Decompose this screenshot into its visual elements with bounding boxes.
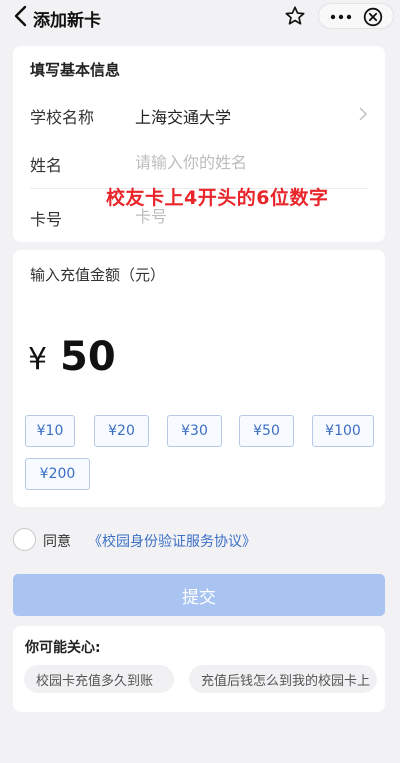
agreement-radio[interactable] xyxy=(13,528,36,551)
amount-card: 输入充值金额（元） ¥ 50 ¥10 ¥20 ¥30 ¥50 ¥100 ¥200 xyxy=(13,250,385,507)
amount-option-200[interactable]: ¥200 xyxy=(25,458,90,490)
name-label: 姓名 xyxy=(30,156,63,175)
submit-button[interactable]: 提交 xyxy=(13,574,385,616)
page-title: 添加新卡 xyxy=(33,11,101,31)
amount-option-30[interactable]: ¥30 xyxy=(167,415,222,447)
section-title: 填写基本信息 xyxy=(30,61,121,79)
amount-option-100[interactable]: ¥100 xyxy=(312,415,374,447)
faq-title: 你可能关心: xyxy=(25,640,101,656)
capsule-menu xyxy=(318,3,394,29)
agreement-prefix: 同意 xyxy=(43,534,71,550)
school-label: 学校名称 xyxy=(30,108,95,127)
back-arrow-icon[interactable] xyxy=(10,5,32,27)
currency-symbol: ¥ xyxy=(28,342,48,377)
more-icon[interactable] xyxy=(329,8,353,26)
amount-title: 输入充值金额（元） xyxy=(30,266,166,284)
faq-item[interactable]: 校园卡充值多久到账 xyxy=(24,665,174,693)
school-row[interactable]: 学校名称 上海交通大学 xyxy=(13,92,385,136)
agreement-row: 同意 《校园身份验证服务协议》 xyxy=(13,528,373,552)
name-input[interactable] xyxy=(135,148,355,176)
card-number-label: 卡号 xyxy=(30,210,63,229)
amount-option-10[interactable]: ¥10 xyxy=(25,415,75,447)
faq-item[interactable]: 充值后钱怎么到我的校园卡上 xyxy=(189,665,377,693)
amount-option-20[interactable]: ¥20 xyxy=(94,415,149,447)
name-row: 姓名 xyxy=(13,140,385,184)
close-icon[interactable] xyxy=(363,7,383,27)
basic-info-card: 填写基本信息 学校名称 上海交通大学 姓名 卡号 校友卡上4开头的6位数字 xyxy=(13,46,385,242)
school-value: 上海交通大学 xyxy=(135,108,232,127)
agreement-link[interactable]: 《校园身份验证服务协议》 xyxy=(88,531,256,551)
chevron-right-icon xyxy=(359,107,368,121)
star-icon[interactable] xyxy=(284,5,306,27)
nav-bar: 添加新卡 xyxy=(0,0,400,34)
amount-option-50[interactable]: ¥50 xyxy=(239,415,294,447)
faq-card: 你可能关心: 校园卡充值多久到账 充值后钱怎么到我的校园卡上 xyxy=(13,626,385,712)
card-number-annotation: 校友卡上4开头的6位数字 xyxy=(106,187,329,209)
amount-value: 50 xyxy=(60,334,116,380)
